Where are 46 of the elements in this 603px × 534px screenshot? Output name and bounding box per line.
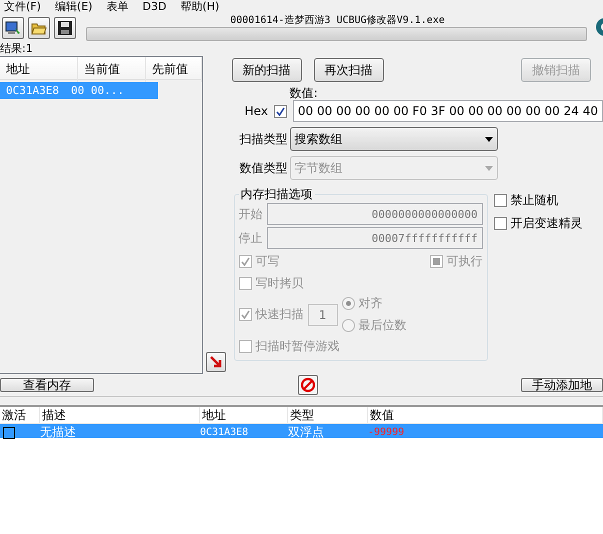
scan-button[interactable]: 新的扫描 [232,58,302,82]
radio-label: 对齐 [358,295,383,312]
radio-label: 最后位数 [358,317,407,334]
scan-button[interactable]: 再次扫描 [314,58,384,82]
range-label: 停止 [238,230,263,246]
description-cell-text: 无描述 [40,424,77,441]
checkbox-label: 开启变速精灵 [510,215,583,232]
range-label: 开始 [238,206,263,222]
splitter-bar[interactable] [0,396,603,407]
type-dropdown[interactable]: 搜索数组 [290,127,498,151]
caret-icon [484,166,493,170]
hex-label: Hex [244,104,268,118]
menu-item[interactable]: 帮助(H) [180,1,220,12]
result-count: 结果:1 [0,42,34,56]
arrow-icon [209,355,224,369]
value-input[interactable]: 00 00 00 00 00 00 F0 3F 00 00 00 00 00 00 24 40 [292,100,603,122]
active-checkbox[interactable] [3,426,15,438]
menu-item[interactable]: 表单 [106,1,128,12]
caret-icon [484,136,493,142]
checkbox[interactable] [494,217,507,230]
computer-icon-button[interactable] [2,17,24,39]
checkbox-label: 可执行 [446,252,483,270]
add-address-button[interactable]: 手动添加地 [521,378,603,392]
checkbox[interactable] [494,194,507,207]
open-folder-icon-button[interactable] [28,17,50,39]
select-label: 扫描类型 [240,130,288,148]
menu-item[interactable]: D3D [142,1,166,12]
group-title: 内存扫描选项 [240,186,314,203]
value-cell-text: -99999 [368,427,406,438]
checkbox-label: 禁止随机 [510,192,559,209]
type-cell-text: 双浮点 [288,424,325,441]
checkbox-label: 扫描时暂停游戏 [256,338,340,354]
address-cell-text: 0C31A3E8 [200,427,250,438]
hex-checkbox[interactable] [274,104,287,118]
save-icon-button[interactable] [54,17,76,39]
arrow-icon-button[interactable] [206,352,226,372]
value-label: 数值: [290,86,319,100]
select-label: 数值类型 [240,160,288,176]
menu-item[interactable]: 文件(F) [4,1,41,12]
view-memory-button[interactable]: 查看内存 [0,378,94,392]
menu-item[interactable]: 编辑(E) [54,1,92,12]
stop-icon-button[interactable] [298,375,318,395]
checkbox-label: 写时拷贝 [256,274,304,292]
window-title: 00001614-造梦西游3 UCBUG修改器V9.1.exe [230,15,445,27]
checkbox-label: 可写 [256,252,280,270]
checkbox-label: 快速扫描 [256,306,304,323]
